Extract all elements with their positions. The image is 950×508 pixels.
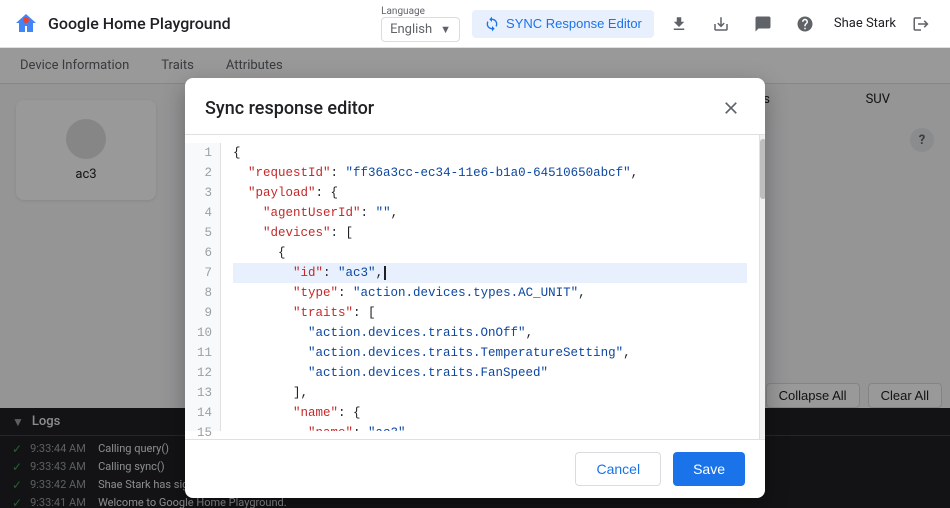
page-background: Device Information Traits Attributes Sta… [0,48,950,508]
upload-icon [670,15,688,33]
code-content: { "requestId": "ff36a3cc-ec34-11e6-b1a0-… [221,143,759,431]
code-line-2: "requestId": "ff36a3cc-ec34-11e6-b1a0-64… [233,163,747,183]
google-home-icon [12,10,40,38]
code-line-14: "name": { [233,403,747,423]
help-icon-button[interactable] [788,11,822,37]
help-icon [796,15,814,33]
modal-footer: Cancel Save [185,439,765,498]
close-icon [721,98,741,118]
code-line-5: "devices": [ [233,223,747,243]
upload-icon-button[interactable] [662,11,696,37]
code-line-3: "payload": { [233,183,747,203]
app-logo: Google Home Playground [12,10,231,38]
code-line-9: "traits": [ [233,303,747,323]
code-line-1: { [233,143,747,163]
code-line-4: "agentUserId": "", [233,203,747,223]
sync-response-editor-button[interactable]: SYNC Response Editor [472,10,654,38]
chevron-down-icon: ▼ [440,23,451,36]
topbar: Google Home Playground Language English … [0,0,950,48]
modal-overlay: Sync response editor 1 2 3 4 [0,48,950,508]
code-line-10: "action.devices.traits.OnOff", [233,323,747,343]
app-title: Google Home Playground [48,14,231,33]
code-line-8: "type": "action.devices.types.AC_UNIT", [233,283,747,303]
code-editor-container: 1 2 3 4 5 6 7 8 9 10 11 12 13 [185,135,765,439]
sync-btn-label: SYNC Response Editor [506,16,642,31]
code-line-7: "id": "ac3", [233,263,747,283]
modal-close-button[interactable] [717,94,745,122]
save-button[interactable]: Save [673,452,745,486]
notifications-icon [754,15,772,33]
language-label: Language [381,6,425,17]
scrollbar-thumb[interactable] [760,139,765,199]
code-line-13: ], [233,383,747,403]
download-icon-button[interactable] [704,11,738,37]
logout-icon [912,15,930,33]
scrollbar-track[interactable] [759,135,765,439]
language-value: English [390,22,432,37]
code-line-12: "action.devices.traits.FanSpeed" [233,363,747,383]
sync-response-editor-modal: Sync response editor 1 2 3 4 [185,78,765,498]
user-name: Shae Stark [834,16,896,31]
code-line-15: "name": "ac3", [233,423,747,431]
code-line-6: { [233,243,747,263]
code-editor[interactable]: 1 2 3 4 5 6 7 8 9 10 11 12 13 [185,135,759,439]
sync-icon [484,16,500,32]
line-numbers: 1 2 3 4 5 6 7 8 9 10 11 12 13 [185,143,221,431]
notifications-icon-button[interactable] [746,11,780,37]
cancel-button[interactable]: Cancel [575,452,661,486]
modal-header: Sync response editor [185,78,765,135]
download-icon [712,15,730,33]
language-dropdown[interactable]: English ▼ [381,17,460,42]
code-line-11: "action.devices.traits.TemperatureSettin… [233,343,747,363]
logout-icon-button[interactable] [904,11,938,37]
modal-title: Sync response editor [205,98,374,119]
main-content: Device Information Traits Attributes Sta… [0,48,950,508]
